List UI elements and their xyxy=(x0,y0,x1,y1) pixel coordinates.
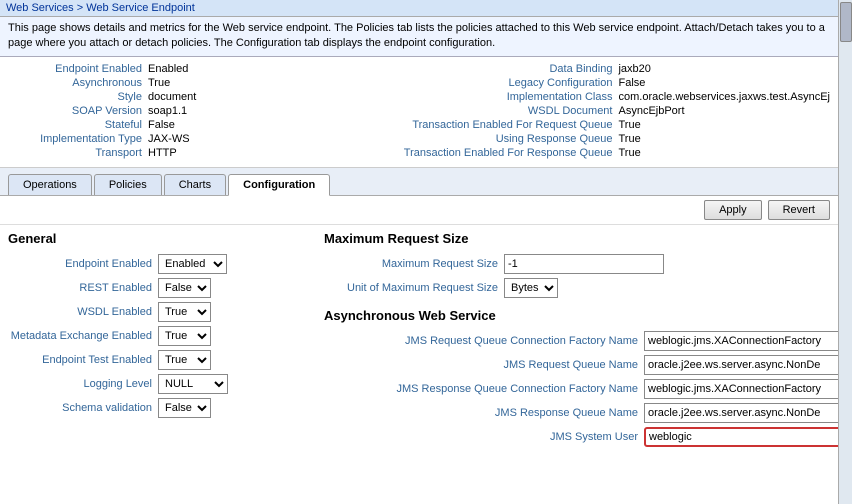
page-description: This page shows details and metrics for … xyxy=(0,17,838,57)
endpoint-info: Endpoint Enabled Enabled Asynchronous Tr… xyxy=(0,57,838,168)
form-row-wsdl-enabled: WSDL Enabled True False xyxy=(8,302,308,322)
max-request-title: Maximum Request Size xyxy=(324,231,838,246)
tab-configuration[interactable]: Configuration xyxy=(228,174,330,196)
metadata-exchange-select[interactable]: True False xyxy=(158,326,211,346)
jms-row-resp-factory: JMS Response Queue Connection Factory Na… xyxy=(324,379,838,399)
config-two-col: General Endpoint Enabled Enabled Disable… xyxy=(8,231,830,451)
unit-max-request-select[interactable]: Bytes KB MB xyxy=(504,278,558,298)
general-section: General Endpoint Enabled Enabled Disable… xyxy=(8,231,308,451)
endpoint-enabled-select[interactable]: Enabled Disabled xyxy=(158,254,227,274)
tab-policies[interactable]: Policies xyxy=(94,174,162,195)
info-row-wsdl-doc: WSDL Document AsyncEjbPort xyxy=(358,105,830,117)
info-row-style: Style document xyxy=(8,91,358,103)
info-row-impl-type: Implementation Type JAX-WS xyxy=(8,133,358,145)
info-row-endpoint-enabled: Endpoint Enabled Enabled xyxy=(8,63,358,75)
form-row-max-request-size: Maximum Request Size xyxy=(324,254,838,274)
breadcrumb-link-webservices[interactable]: Web Services xyxy=(6,2,74,14)
info-row-using-resp: Using Response Queue True xyxy=(358,133,830,145)
jms-row-req-queue: JMS Request Queue Name xyxy=(324,355,838,375)
form-row-endpoint-test: Endpoint Test Enabled True False xyxy=(8,350,308,370)
apply-button[interactable]: Apply xyxy=(704,200,762,220)
jms-row-resp-queue: JMS Response Queue Name xyxy=(324,403,838,423)
info-row-transport: Transport HTTP xyxy=(8,147,358,159)
tab-bar: Operations Policies Charts Configuration xyxy=(0,168,838,196)
jms-req-queue-input[interactable] xyxy=(644,355,838,375)
schema-validation-select[interactable]: False True xyxy=(158,398,211,418)
info-row-legacy-config: Legacy Configuration False xyxy=(358,77,830,89)
info-row-async: Asynchronous True xyxy=(8,77,358,89)
info-row-databinding: Data Binding jaxb20 xyxy=(358,63,830,75)
async-section: Asynchronous Web Service JMS Request Que… xyxy=(324,308,838,447)
tab-charts[interactable]: Charts xyxy=(164,174,226,195)
async-title: Asynchronous Web Service xyxy=(324,308,838,323)
jms-system-user-input[interactable] xyxy=(644,427,838,447)
jms-row-req-factory: JMS Request Queue Connection Factory Nam… xyxy=(324,331,838,351)
scrollbar[interactable] xyxy=(838,0,852,504)
form-row-unit-max-request: Unit of Maximum Request Size Bytes KB MB xyxy=(324,278,838,298)
info-row-stateful: Stateful False xyxy=(8,119,358,131)
breadcrumb: Web Services > Web Service Endpoint xyxy=(0,0,838,17)
info-row-impl-class: Implementation Class com.oracle.webservi… xyxy=(358,91,830,103)
configuration-content: General Endpoint Enabled Enabled Disable… xyxy=(0,225,838,504)
tab-operations[interactable]: Operations xyxy=(8,174,92,195)
form-row-endpoint-enabled: Endpoint Enabled Enabled Disabled xyxy=(8,254,308,274)
form-row-metadata-exchange: Metadata Exchange Enabled True False xyxy=(8,326,308,346)
info-right-column: Data Binding jaxb20 Legacy Configuration… xyxy=(358,63,830,161)
jms-req-factory-input[interactable] xyxy=(644,331,838,351)
endpoint-test-select[interactable]: True False xyxy=(158,350,211,370)
scrollbar-thumb[interactable] xyxy=(840,2,852,42)
info-left-column: Endpoint Enabled Enabled Asynchronous Tr… xyxy=(8,63,358,161)
rest-enabled-select[interactable]: False True xyxy=(158,278,211,298)
info-row-tx-resp: Transaction Enabled For Response Queue T… xyxy=(358,147,830,159)
general-title: General xyxy=(8,231,308,246)
info-row-soap: SOAP Version soap1.1 xyxy=(8,105,358,117)
max-request-size-input[interactable] xyxy=(504,254,664,274)
form-row-schema-validation: Schema validation False True xyxy=(8,398,308,418)
revert-button[interactable]: Revert xyxy=(768,200,830,220)
logging-level-select[interactable]: NULL DEBUG INFO xyxy=(158,374,228,394)
jms-resp-factory-input[interactable] xyxy=(644,379,838,399)
form-row-logging-level: Logging Level NULL DEBUG INFO xyxy=(8,374,308,394)
wsdl-enabled-select[interactable]: True False xyxy=(158,302,211,322)
info-row-tx-req: Transaction Enabled For Request Queue Tr… xyxy=(358,119,830,131)
right-section: Maximum Request Size Maximum Request Siz… xyxy=(324,231,838,451)
form-row-rest-enabled: REST Enabled False True xyxy=(8,278,308,298)
jms-resp-queue-input[interactable] xyxy=(644,403,838,423)
jms-row-system-user: JMS System User xyxy=(324,427,838,447)
action-bar: Apply Revert xyxy=(0,196,838,225)
